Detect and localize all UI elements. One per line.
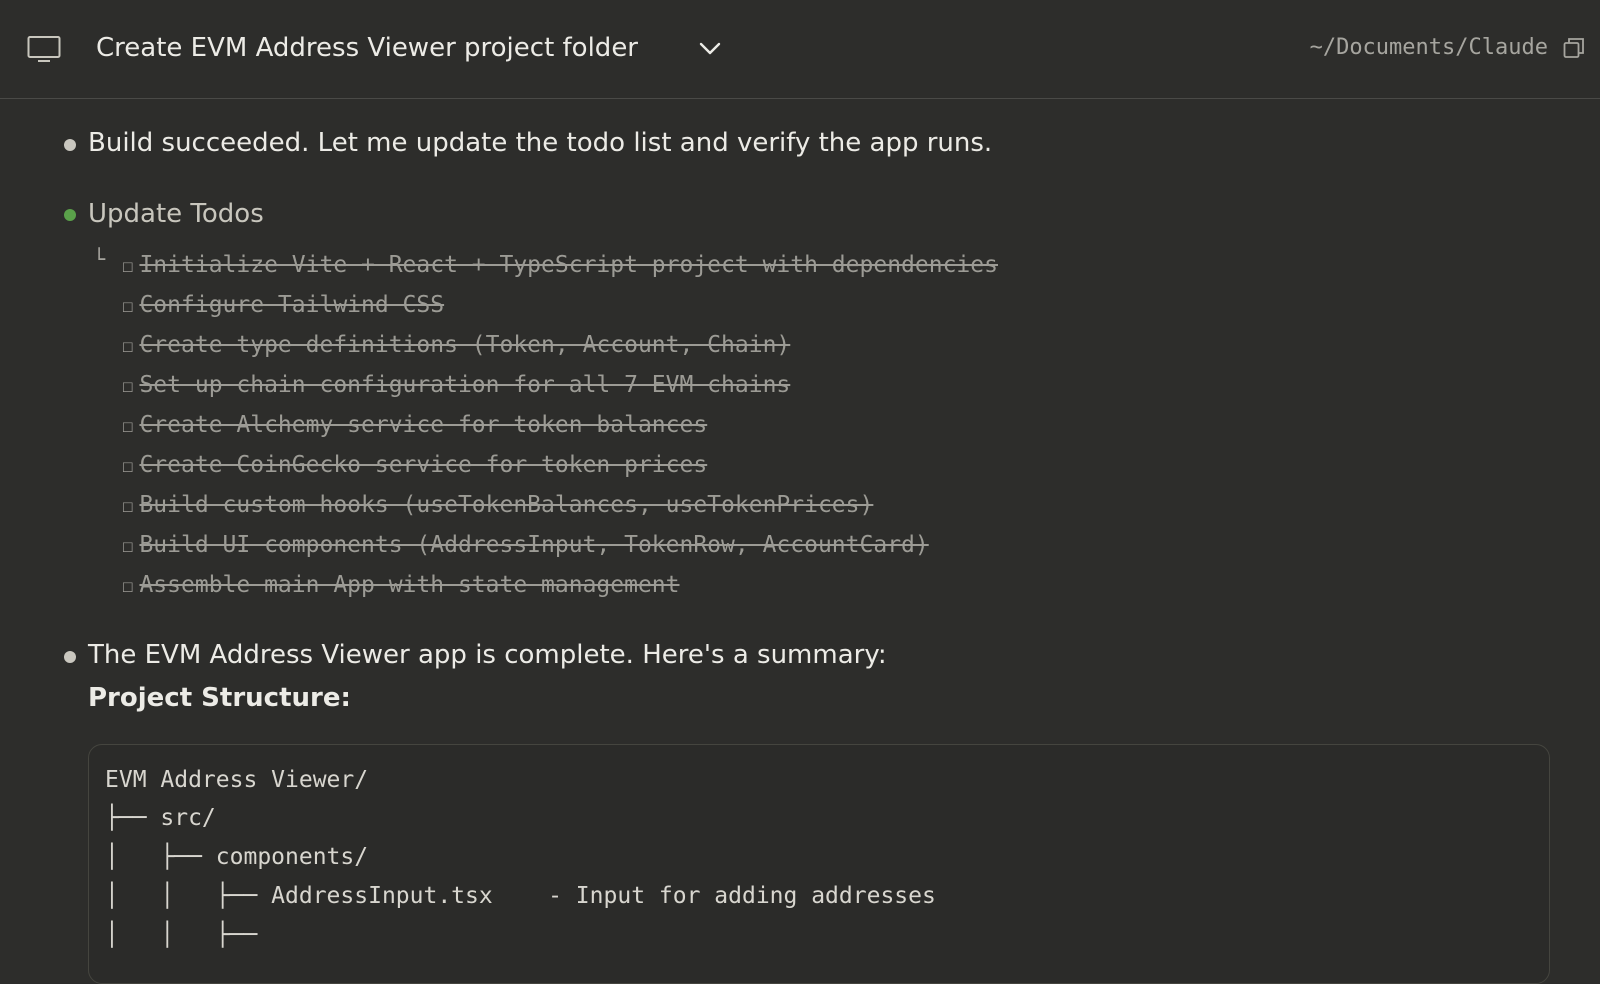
todo-text: Assemble main App with state management [139, 572, 680, 598]
tool-output-elbow: └ [93, 247, 106, 271]
todo-item: ☐ Create CoinGecko service for token pric… [122, 445, 998, 485]
checkbox-icon: ☐ [122, 295, 134, 317]
todo-item: ☐ Initialize Vite + React + TypeScript pr… [122, 245, 998, 285]
todo-text: Initialize Vite + React + TypeScript pro… [139, 252, 998, 278]
code-line: │ ├── components/ [105, 844, 369, 870]
checkbox-icon: ☐ [122, 415, 134, 437]
checkbox-icon: ☐ [122, 455, 134, 477]
conversation-content: Build succeeded. Let me update the todo … [0, 100, 1600, 984]
assistant-message-summary: The EVM Address Viewer app is complete. … [88, 640, 887, 670]
chevron-down-icon[interactable] [698, 38, 722, 58]
conversation-title[interactable]: Create EVM Address Viewer project folder [96, 30, 638, 66]
todo-text: Create type definitions (Token, Account,… [139, 332, 791, 358]
message-bullet [64, 651, 76, 663]
todo-item: ☐ Configure Tailwind CSS [122, 285, 998, 325]
checkbox-icon: ☐ [122, 375, 134, 397]
code-block[interactable]: EVM Address Viewer/ ├── src/ │ ├── compo… [88, 744, 1550, 984]
code-line: │ │ ├── AddressInput.tsx - Input for add… [105, 883, 936, 909]
code-line: EVM Address Viewer/ [105, 767, 369, 793]
todo-text: Set up chain configuration for all 7 EVM… [139, 372, 791, 398]
checkbox-icon: ☐ [122, 575, 134, 597]
conversation-header: Create EVM Address Viewer project folder… [0, 0, 1600, 99]
code-line: ├── src/ [105, 805, 216, 831]
todo-item: ☐ Assemble main App with state management [122, 565, 998, 605]
tool-call-name: Update Todos [88, 199, 264, 229]
message-bullet [64, 139, 76, 151]
todo-item: ☐ Create type definitions (Token, Account… [122, 325, 998, 365]
project-structure-heading: Project Structure: [88, 683, 351, 713]
todo-text: Configure Tailwind CSS [139, 292, 445, 318]
todo-text: Build UI components (AddressInput, Token… [139, 532, 929, 558]
working-directory-path: ~/Documents/Claude [1309, 35, 1548, 60]
tool-success-bullet [64, 209, 76, 221]
todo-text: Build custom hooks (useTokenBalances, us… [139, 492, 874, 518]
todo-item: ☐ Build custom hooks (useTokenBalances, u… [122, 485, 998, 525]
monitor-icon[interactable] [27, 34, 61, 64]
todo-item: ☐ Create Alchemy service for token balanc… [122, 405, 998, 445]
todo-text: Create CoinGecko service for token price… [139, 452, 708, 478]
checkbox-icon: ☐ [122, 335, 134, 357]
copy-icon[interactable] [1563, 37, 1585, 59]
assistant-message-build: Build succeeded. Let me update the todo … [88, 128, 993, 158]
todo-item: ☐ Set up chain configuration for all 7 EV… [122, 365, 998, 405]
code-line-partial: │ │ ├── [105, 922, 272, 948]
todo-text: Create Alchemy service for token balance… [139, 412, 708, 438]
checkbox-icon: ☐ [122, 535, 134, 557]
checkbox-icon: ☐ [122, 255, 134, 277]
checkbox-icon: ☐ [122, 495, 134, 517]
todo-item: ☐ Build UI components (AddressInput, Toke… [122, 525, 998, 565]
todo-list: ☐ Initialize Vite + React + TypeScript pr… [122, 245, 998, 605]
